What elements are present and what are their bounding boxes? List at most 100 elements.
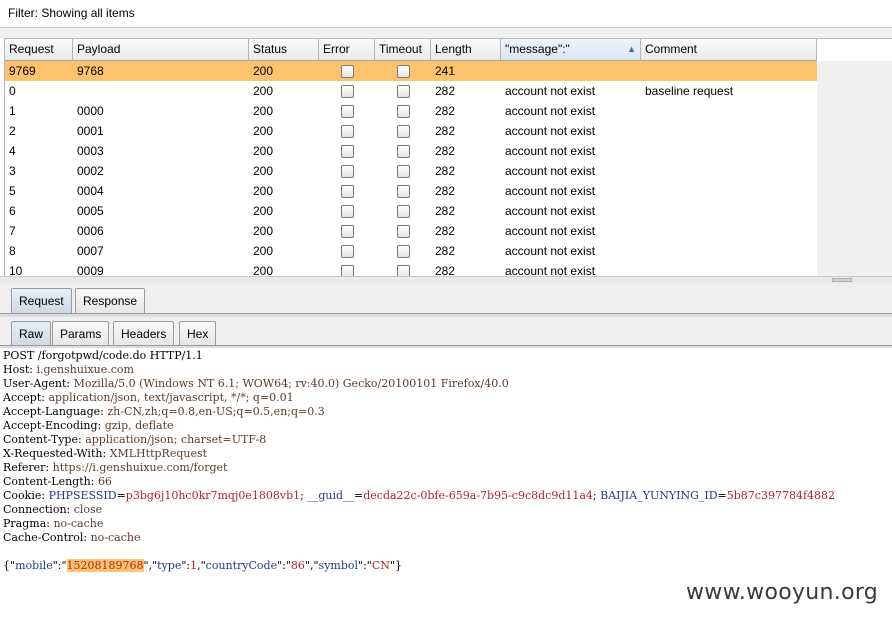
cell-comment bbox=[641, 201, 817, 221]
tab-headers[interactable]: Headers bbox=[113, 321, 175, 347]
error-checkbox[interactable] bbox=[340, 124, 354, 138]
header-line: User-Agent: Mozilla/5.0 (Windows NT 6.1;… bbox=[3, 377, 509, 390]
cell-message: account not exist bbox=[505, 104, 596, 118]
cell-status: 200 bbox=[253, 204, 274, 218]
cell-request: 6 bbox=[9, 204, 16, 218]
tab-params[interactable]: Params bbox=[52, 321, 110, 347]
timeout-checkbox[interactable] bbox=[396, 164, 410, 178]
cell-error bbox=[319, 61, 375, 81]
cookie-line: Cookie: PHPSESSID=p3bg6j10hc0kr7mqj0e180… bbox=[3, 489, 836, 502]
cell-payload: 0005 bbox=[77, 204, 104, 218]
watermark: www.wooyun.org bbox=[686, 580, 879, 605]
cell-request: 0 bbox=[9, 84, 16, 98]
cell-status: 200 bbox=[253, 224, 274, 238]
table-row[interactable]: 2 0001 200 282 account not exist bbox=[5, 121, 817, 141]
table-row[interactable]: 5 0004 200 282 account not exist bbox=[5, 181, 817, 201]
cell-error bbox=[319, 141, 375, 161]
column-header-status[interactable]: Status bbox=[249, 39, 319, 61]
column-header-payload[interactable]: Payload bbox=[73, 39, 249, 61]
header-line: X-Requested-With: XMLHttpRequest bbox=[3, 447, 208, 460]
column-header-comment[interactable]: Comment bbox=[641, 39, 817, 61]
error-checkbox[interactable] bbox=[340, 144, 354, 158]
tab-hex[interactable]: Hex bbox=[179, 321, 217, 347]
cell-request: 2 bbox=[9, 124, 16, 138]
cell-length: 282 bbox=[435, 184, 456, 198]
cell-message: account not exist bbox=[505, 184, 596, 198]
tab-raw[interactable]: Raw bbox=[11, 321, 52, 347]
column-header-request[interactable]: Request bbox=[5, 39, 73, 61]
error-checkbox[interactable] bbox=[340, 104, 354, 118]
timeout-checkbox[interactable] bbox=[396, 224, 410, 238]
error-checkbox[interactable] bbox=[340, 224, 354, 238]
cell-comment bbox=[641, 161, 817, 181]
column-header-error[interactable]: Error bbox=[319, 39, 375, 61]
table-row[interactable]: 1 0000 200 282 account not exist bbox=[5, 101, 817, 121]
cell-request: 7 bbox=[9, 224, 16, 238]
error-checkbox[interactable] bbox=[340, 84, 354, 98]
divider-grip[interactable] bbox=[832, 278, 852, 282]
timeout-checkbox[interactable] bbox=[396, 264, 410, 276]
error-checkbox[interactable] bbox=[340, 204, 354, 218]
cell-length: 282 bbox=[435, 124, 456, 138]
timeout-checkbox[interactable] bbox=[396, 104, 410, 118]
table-row[interactable]: 4 0003 200 282 account not exist bbox=[5, 141, 817, 161]
column-header-message[interactable]: "message":" ▲ bbox=[501, 39, 641, 61]
timeout-checkbox[interactable] bbox=[396, 84, 410, 98]
error-checkbox[interactable] bbox=[340, 164, 354, 178]
cell-status: 200 bbox=[253, 124, 274, 138]
cell-comment bbox=[641, 221, 817, 241]
column-header-length[interactable]: Length bbox=[431, 39, 501, 61]
cell-length: 282 bbox=[435, 264, 456, 276]
results-table[interactable]: Request Payload Status Error Timeout Len… bbox=[4, 38, 892, 276]
cell-comment bbox=[641, 101, 817, 121]
column-header-timeout[interactable]: Timeout bbox=[375, 39, 431, 61]
cell-timeout bbox=[375, 241, 431, 261]
filter-bar[interactable]: Filter: Showing all items bbox=[0, 0, 892, 28]
timeout-checkbox[interactable] bbox=[396, 204, 410, 218]
cell-request: 9769 bbox=[9, 64, 36, 78]
table-row[interactable]: 3 0002 200 282 account not exist bbox=[5, 161, 817, 181]
split-pane-divider[interactable] bbox=[0, 276, 892, 284]
table-row[interactable]: 6 0005 200 282 account not exist bbox=[5, 201, 817, 221]
timeout-checkbox[interactable] bbox=[396, 64, 410, 78]
table-row[interactable]: 9769 9768 200 241 bbox=[5, 61, 817, 81]
table-row[interactable]: 10 0009 200 282 account not exist bbox=[5, 261, 817, 276]
cell-status: 200 bbox=[253, 244, 274, 258]
error-checkbox[interactable] bbox=[340, 264, 354, 276]
cell-length: 282 bbox=[435, 244, 456, 258]
cell-timeout bbox=[375, 101, 431, 121]
cell-status: 200 bbox=[253, 164, 274, 178]
table-row[interactable]: 7 0006 200 282 account not exist bbox=[5, 221, 817, 241]
timeout-checkbox[interactable] bbox=[396, 144, 410, 158]
cell-payload: 0007 bbox=[77, 244, 104, 258]
header-line: Referer: https://i.genshuixue.com/forget bbox=[3, 461, 228, 474]
cell-status: 200 bbox=[253, 84, 274, 98]
cell-status: 200 bbox=[253, 64, 274, 78]
cell-status: 200 bbox=[253, 104, 274, 118]
table-body: 9769 9768 200 241 0 200 282 account not exist ba… bbox=[5, 61, 817, 276]
table-row[interactable]: 0 200 282 account not exist baseline request bbox=[5, 81, 817, 101]
request-line: POST /forgotpwd/code.do HTTP/1.1 bbox=[3, 349, 203, 362]
table-row[interactable]: 8 0007 200 282 account not exist bbox=[5, 241, 817, 261]
cell-message: account not exist bbox=[505, 204, 596, 218]
cell-timeout bbox=[375, 181, 431, 201]
cell-message: account not exist bbox=[505, 244, 596, 258]
cell-timeout bbox=[375, 261, 431, 276]
tab-request[interactable]: Request bbox=[11, 288, 72, 314]
tab-response[interactable]: Response bbox=[75, 288, 146, 314]
timeout-checkbox[interactable] bbox=[396, 244, 410, 258]
timeout-checkbox[interactable] bbox=[396, 184, 410, 198]
error-checkbox[interactable] bbox=[340, 184, 354, 198]
header-line: Host: i.genshuixue.com bbox=[3, 363, 134, 376]
cell-error bbox=[319, 121, 375, 141]
column-header-message-label: "message":" bbox=[505, 42, 570, 56]
cell-request: 1 bbox=[9, 104, 16, 118]
view-tabs: Raw Params Headers Hex bbox=[0, 317, 892, 347]
header-line: Content-Length: 66 bbox=[3, 475, 112, 488]
header-line: Connection: close bbox=[3, 503, 103, 516]
header-line: Content-Type: application/json; charset=… bbox=[3, 433, 267, 446]
error-checkbox[interactable] bbox=[340, 244, 354, 258]
timeout-checkbox[interactable] bbox=[396, 124, 410, 138]
error-checkbox[interactable] bbox=[340, 64, 354, 78]
cell-comment bbox=[641, 261, 817, 276]
